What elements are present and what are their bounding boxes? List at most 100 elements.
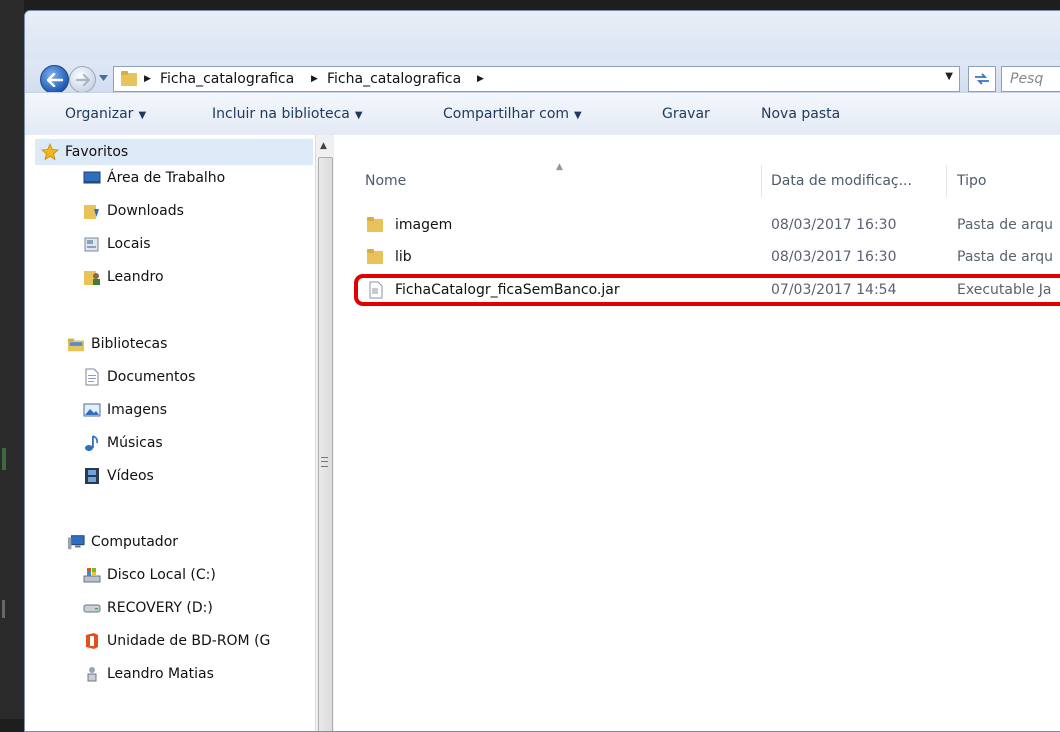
sort-ascending-icon: ▲ — [556, 162, 563, 172]
folder-icon — [367, 249, 383, 264]
nav-drive-bd[interactable]: Unidade de BD-ROM (G — [83, 628, 270, 654]
documents-icon — [83, 368, 101, 386]
background-detail — [2, 600, 5, 618]
system-drive-icon — [83, 566, 101, 584]
file-list: ▲ Nome Data de modificaç... Tipo imagem … — [334, 135, 1060, 731]
address-row: ▶ Ficha_catalografica ▶ Ficha_catalograf… — [25, 60, 1060, 94]
nav-documents-label: Documentos — [107, 369, 196, 385]
nav-downloads-label: Downloads — [107, 203, 184, 219]
nav-libraries-label: Bibliotecas — [91, 336, 168, 352]
nav-recent-places-label: Locais — [107, 236, 151, 252]
burn-label: Gravar — [662, 106, 710, 122]
navigation-pane: Favoritos Área de Trabalho Downloads Loc… — [25, 135, 316, 731]
libraries-icon — [67, 335, 85, 353]
breadcrumb-separator-icon: ▶ — [477, 74, 484, 84]
chevron-down-icon: ▼ — [574, 110, 582, 121]
refresh-button[interactable] — [968, 66, 996, 92]
new-folder-label: Nova pasta — [761, 106, 841, 122]
address-bar[interactable]: ▶ Ficha_catalografica ▶ Ficha_catalograf… — [113, 66, 960, 92]
nav-favorites-label: Favoritos — [65, 144, 129, 160]
column-header-name[interactable]: Nome — [365, 173, 406, 189]
nav-desktop[interactable]: Área de Trabalho — [83, 165, 225, 191]
nav-desktop-label: Área de Trabalho — [107, 170, 226, 186]
recent-places-icon — [83, 235, 101, 253]
nav-pictures-label: Imagens — [107, 402, 168, 418]
user-folder-icon — [83, 268, 101, 286]
hard-drive-icon — [83, 599, 101, 617]
file-modified: 08/03/2017 16:30 — [771, 249, 897, 265]
nav-libraries[interactable]: Bibliotecas — [67, 331, 167, 357]
nav-drive-bd-label: Unidade de BD-ROM (G — [107, 633, 271, 649]
file-row-lib[interactable]: lib 08/03/2017 16:30 Pasta de arqu — [358, 244, 1060, 270]
scrollbar-thumb[interactable] — [318, 157, 333, 731]
office-drive-icon — [83, 632, 101, 650]
nav-videos[interactable]: Vídeos — [83, 463, 154, 489]
refresh-icon — [975, 73, 989, 85]
nav-recent-places[interactable]: Locais — [83, 231, 151, 257]
search-input[interactable]: Pesq — [1001, 66, 1060, 92]
star-icon — [41, 143, 59, 161]
nav-downloads[interactable]: Downloads — [83, 198, 184, 224]
column-divider — [761, 165, 762, 197]
nav-videos-label: Vídeos — [107, 468, 154, 484]
file-type: Pasta de arqu — [957, 249, 1054, 265]
scrollbar-grip-icon — [321, 457, 328, 467]
nav-drive-d-label: RECOVERY (D:) — [107, 600, 213, 616]
nav-drive-c[interactable]: Disco Local (C:) — [83, 562, 216, 588]
share-menu[interactable]: Compartilhar com ▼ — [443, 106, 582, 122]
music-note-icon — [83, 434, 101, 452]
organize-label: Organizar — [65, 106, 134, 122]
background-detail — [2, 448, 6, 470]
file-modified: 08/03/2017 16:30 — [771, 217, 897, 233]
back-arrow-icon — [46, 72, 63, 87]
nav-drive-d[interactable]: RECOVERY (D:) — [83, 595, 213, 621]
file-row-imagem[interactable]: imagem 08/03/2017 16:30 Pasta de arqu — [358, 212, 1060, 238]
new-folder-button[interactable]: Nova pasta — [761, 106, 840, 122]
breadcrumb-separator-icon: ▶ — [144, 74, 151, 84]
organize-menu[interactable]: Organizar ▼ — [65, 106, 146, 122]
nav-network-user-label: Leandro Matias — [107, 666, 214, 682]
search-placeholder: Pesq — [1010, 71, 1044, 87]
nav-user-folder[interactable]: Leandro — [83, 264, 164, 290]
downloads-folder-icon — [83, 202, 101, 220]
breadcrumb-item[interactable]: Ficha_catalografica — [160, 71, 294, 87]
column-header-type[interactable]: Tipo — [957, 173, 986, 189]
chevron-down-icon: ▼ — [354, 110, 363, 121]
title-bar — [25, 11, 1060, 60]
nav-favorites[interactable]: Favoritos — [35, 139, 313, 165]
folder-icon — [367, 217, 383, 232]
nav-pictures[interactable]: Imagens — [83, 397, 167, 423]
nav-drive-c-label: Disco Local (C:) — [107, 567, 216, 583]
share-label: Compartilhar com — [443, 106, 570, 122]
chevron-down-icon[interactable]: ▼ — [945, 71, 953, 82]
back-button[interactable] — [40, 65, 69, 94]
nav-music-label: Músicas — [107, 435, 163, 451]
burn-button[interactable]: Gravar — [662, 106, 710, 122]
include-library-label: Incluir na biblioteca — [212, 106, 350, 122]
chevron-down-icon: ▼ — [138, 110, 147, 121]
breadcrumb-separator-icon: ▶ — [311, 74, 318, 84]
command-bar: Organizar ▼ Incluir na biblioteca ▼ Compar… — [25, 92, 1060, 136]
navigation-scrollbar[interactable]: ▲ — [315, 135, 335, 731]
forward-button[interactable] — [69, 66, 96, 93]
nav-documents[interactable]: Documentos — [83, 364, 195, 390]
nav-user-folder-label: Leandro — [107, 269, 164, 285]
folder-icon — [121, 71, 137, 86]
pictures-icon — [83, 401, 101, 419]
film-strip-icon — [83, 467, 101, 485]
nav-computer[interactable]: Computador — [67, 529, 178, 555]
breadcrumb-item[interactable]: Ficha_catalografica — [327, 71, 461, 87]
scroll-up-icon[interactable]: ▲ — [320, 141, 327, 151]
network-user-icon — [83, 665, 101, 683]
file-name: lib — [395, 249, 412, 265]
recent-pages-dropdown[interactable] — [98, 70, 108, 86]
computer-icon — [67, 533, 85, 551]
include-library-menu[interactable]: Incluir na biblioteca ▼ — [212, 106, 363, 122]
chevron-down-icon — [98, 75, 108, 81]
desktop-icon — [83, 169, 101, 187]
nav-music[interactable]: Músicas — [83, 430, 163, 456]
column-header-modified[interactable]: Data de modificaç... — [771, 173, 912, 189]
file-name: imagem — [395, 217, 453, 233]
nav-network-user[interactable]: Leandro Matias — [83, 661, 214, 687]
explorer-window: ▶ Ficha_catalografica ▶ Ficha_catalograf… — [24, 10, 1060, 732]
